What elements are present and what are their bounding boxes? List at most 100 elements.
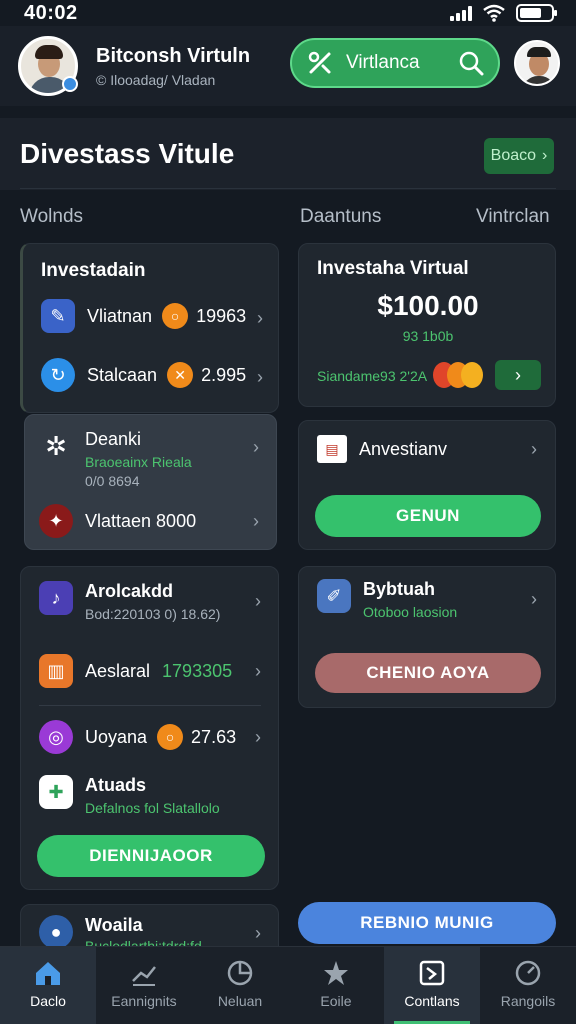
list-item[interactable]: ▤ Anvestianv (317, 429, 537, 469)
status-bar: 40:02 (0, 0, 576, 26)
genun-button[interactable]: GENUN (315, 495, 541, 537)
nav-item-home[interactable]: Daclo (0, 947, 96, 1024)
list-item[interactable]: ◎ Uoyana ○ 27.63 (39, 717, 269, 757)
section-label-right: Vintrclan (476, 206, 550, 227)
nav-item-profile[interactable]: Eoile (288, 947, 384, 1024)
rose-action-button[interactable]: CHENIO AOYA (315, 653, 541, 693)
list-item-label: Bybtuah (363, 579, 435, 599)
globe-icon: ● (39, 915, 73, 949)
list-item-label: Deanki (85, 429, 142, 449)
chevron-right-icon: › (257, 308, 263, 328)
target-icon: ◎ (39, 720, 73, 754)
nav-label: Neluan (217, 993, 263, 1009)
settings-card: ✐ Bybtuah Otoboo laosion › CHENIO AOYA (298, 566, 556, 708)
document-icon: ▤ (317, 435, 347, 463)
list-item-value: 2.995 (201, 364, 247, 385)
coin-icon: ○ (157, 724, 184, 750)
blue-action-button[interactable]: REBNIO MUNIG (298, 902, 556, 944)
list-item-value: 19963 (196, 305, 247, 326)
list-item-label: Arolcakdd (85, 581, 174, 601)
coin-icon: ✕ (167, 362, 194, 388)
chevron-right-icon: › (542, 147, 548, 164)
list-item[interactable]: ♪ Arolcakdd Bod:220103 0) 18.62) (39, 581, 269, 625)
list-item-detail: 0/0 8694 (85, 473, 140, 489)
app-header: Bitconsh Virtuln © Ilooadag/ Vladan Virt… (0, 26, 576, 106)
section-label-left: Wolnds (20, 206, 84, 227)
investment-action-card: ▤ Anvestianv › GENUN (298, 420, 556, 550)
chevron-right-icon: › (255, 661, 261, 681)
tools-icon (308, 51, 331, 74)
investment-card: Investadain ✎ Vliatnan ○ 19963 › ↻ Stalc… (20, 243, 279, 413)
search-label: Virtlanca (346, 52, 420, 73)
star-icon (324, 961, 348, 985)
card-title: Investaha Virtual (317, 258, 469, 279)
list-item[interactable]: ✐ Bybtuah Otoboo laosion (317, 579, 537, 623)
colorful-app-icon: ✚ (39, 775, 73, 809)
list-item-value: 1793305 (162, 660, 233, 681)
list-item-label: Anvestianv (359, 438, 448, 459)
nav-label: Eannignits (111, 993, 177, 1009)
wifi-icon (483, 4, 505, 22)
page-title: Divestass Vitule (20, 138, 235, 169)
profile-avatar[interactable] (514, 40, 560, 86)
list-item[interactable]: ▥ Aeslaral 1793305 (39, 651, 269, 691)
user-name: Bitconsh Virtuln (96, 44, 251, 67)
nav-label: Eoile (320, 993, 352, 1009)
balance-subtitle: 93 1b0b (402, 328, 454, 344)
hand-icon (132, 966, 156, 986)
chevron-right-icon: › (531, 589, 537, 609)
search-button[interactable]: Virtlanca (290, 38, 500, 88)
chevron-right-icon: › (531, 439, 537, 459)
title-bar: Divestass Vitule Boaco › (0, 118, 576, 190)
virtual-investment-card: Investaha Virtual $100.00 93 1b0b Sianda… (298, 243, 556, 407)
flame-icon: ✦ (39, 504, 73, 538)
chevron-right-icon: › (255, 591, 261, 611)
chevron-right-button[interactable]: › (495, 360, 541, 390)
status-text: Siandame93 2'2A (317, 368, 428, 384)
chevron-right-icon: › (255, 727, 261, 747)
chevron-right-icon: › (253, 437, 259, 457)
nav-item-contacts[interactable]: Contlans (384, 947, 480, 1024)
molecule-icon: ✲ (45, 430, 67, 461)
pie-icon (227, 960, 253, 986)
gauge-icon (515, 960, 541, 986)
coin-icon: ○ (162, 303, 189, 329)
user-subtitle: © Ilooadag/ Vladan (96, 71, 216, 88)
list-item-label: Atuads (85, 775, 147, 795)
chevron-right-icon: › (257, 367, 263, 387)
list-item-label: Uoyana (85, 726, 148, 747)
contacts-icon (419, 960, 445, 986)
signal-icon (450, 5, 472, 21)
chevron-right-icon: › (253, 511, 259, 531)
list-item[interactable]: ✲ Deanki Braoeainx Rieala 0/0 8694 (39, 429, 259, 489)
nav-item-news[interactable]: Neluan (192, 947, 288, 1024)
list-item-label: Aeslaral (85, 660, 151, 681)
list-item[interactable]: ✦ Vlattaen 8000 (39, 501, 259, 541)
title-action-label: Boaco (490, 147, 537, 164)
list-item-value: 27.63 (191, 726, 237, 747)
nav-item-rankings[interactable]: Rangoils (480, 947, 576, 1024)
list-item-subtitle: Bod:220103 0) 18.62) (85, 606, 221, 622)
nav-item-earnings[interactable]: Eannignits (96, 947, 192, 1024)
list-item[interactable]: ✎ Vliatnan ○ 19963 (41, 296, 271, 336)
section-label-center: Daantuns (300, 206, 382, 227)
list-item-label: Woaila (85, 915, 143, 935)
status-icons (450, 4, 557, 22)
list-item-label: Stalcaan (87, 364, 158, 385)
title-action-button[interactable]: Boaco › (484, 138, 554, 174)
portfolio-card: ♪ Arolcakdd Bod:220103 0) 18.62) › ▥ Aes… (20, 566, 279, 890)
brush-icon: ✐ (317, 579, 351, 613)
divider (39, 705, 261, 706)
nav-label: Contlans (404, 993, 460, 1009)
coin-stack-icon (433, 362, 483, 388)
nav-label: Daclo (30, 993, 66, 1009)
chart-icon: ▥ (39, 654, 73, 688)
user-info: Bitconsh Virtuln © Ilooadag/ Vladan (96, 45, 250, 88)
chevron-right-icon: › (255, 923, 261, 943)
action-button[interactable]: DIENNIJAOOR (37, 835, 265, 877)
card-title: Investadain (41, 260, 146, 281)
nav-label: Rangoils (500, 993, 556, 1009)
list-item[interactable]: ↻ Stalcaan ✕ 2.995 (41, 355, 271, 395)
list-item-subtitle: Braoeainx Rieala (85, 454, 192, 470)
list-item[interactable]: ✚ Atuads Defalnos fol Slatallolo (39, 775, 269, 821)
